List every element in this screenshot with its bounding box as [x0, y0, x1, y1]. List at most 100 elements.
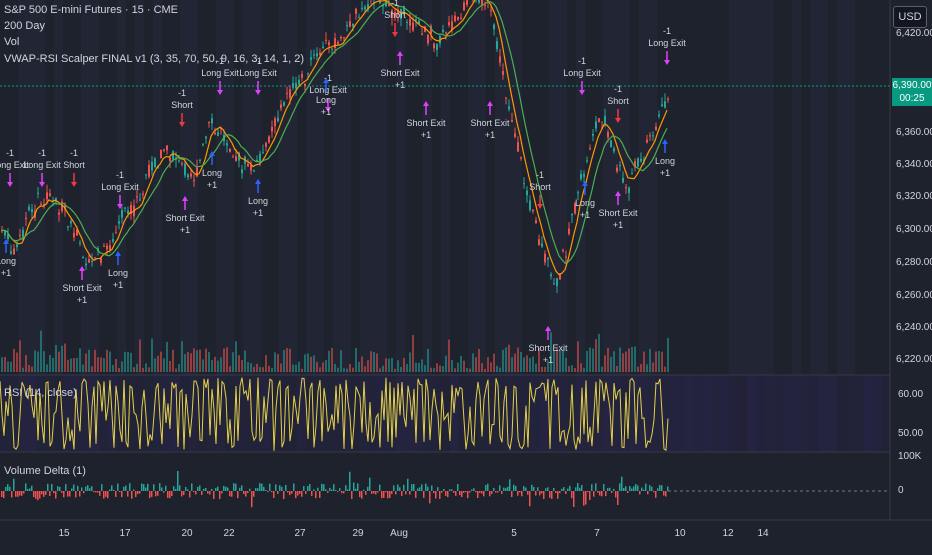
vd-bar	[183, 491, 185, 495]
volume-bar	[592, 348, 594, 372]
volume-bar	[433, 368, 435, 372]
candle-body	[82, 257, 84, 259]
candle-body	[325, 39, 327, 41]
vd-bar	[79, 491, 81, 497]
vd-bar	[431, 485, 433, 491]
candle-body	[445, 32, 447, 34]
vd-bar	[343, 491, 345, 494]
volume-bar	[622, 353, 624, 372]
rsi-title[interactable]: RSI (14, close)	[4, 387, 77, 399]
price-tick: 6,240.00	[896, 322, 932, 333]
volume-bar	[514, 353, 516, 372]
time-tick: 27	[294, 528, 306, 539]
candle-body	[340, 36, 342, 39]
vd-bar	[657, 488, 659, 491]
chart-area[interactable]: -1 Long Exit -1 Long Exit -1 Short -1 Long Exit…	[0, 0, 932, 550]
vd-tick-100k: 100K	[898, 451, 922, 462]
candle-body	[544, 253, 546, 263]
symbol-title[interactable]: S&P 500 E-mini Futures · 15 · CME	[4, 4, 178, 16]
volume-bar	[337, 367, 339, 372]
volume-delta-title[interactable]: Volume Delta (1)	[4, 465, 86, 477]
indicator-vol[interactable]: Vol	[4, 36, 19, 48]
indicator-200-day[interactable]: 200 Day	[4, 20, 45, 32]
vd-bar	[57, 486, 59, 491]
candle-body	[667, 98, 669, 100]
vd-bar	[51, 483, 53, 491]
vd-bar	[211, 488, 213, 491]
indicator-vwap-rsi[interactable]: VWAP-RSI Scalper FINAL v1 (3, 35, 70, 50…	[4, 53, 304, 65]
volume-bar	[298, 361, 300, 372]
vd-bar	[403, 484, 405, 491]
candle-body	[19, 234, 21, 236]
vd-bar	[525, 487, 527, 491]
vd-bar	[589, 491, 591, 501]
signal-label: Short	[384, 10, 406, 20]
vd-bar	[105, 491, 107, 497]
signal-label: Short Exit	[380, 68, 420, 78]
vd-bar	[641, 487, 643, 491]
volume-bar	[502, 349, 504, 372]
vd-bar	[477, 491, 479, 499]
candle-body	[331, 48, 333, 50]
vd-bar	[485, 485, 487, 491]
rsi-bg-band	[792, 375, 801, 452]
volume-bar	[568, 366, 570, 372]
signal-label: Long Exit	[309, 85, 347, 95]
vd-bar	[61, 491, 63, 493]
vd-bar	[629, 485, 631, 491]
vd-bar	[649, 485, 651, 491]
volume-bar	[586, 350, 588, 372]
vd-bar	[255, 488, 257, 491]
volume-bar	[208, 351, 210, 372]
signal-label: Short	[63, 160, 85, 170]
candle-body	[514, 133, 516, 137]
currency-button[interactable]: USD	[893, 6, 927, 28]
vd-bar	[545, 488, 547, 491]
vd-bar	[401, 491, 403, 496]
vd-bar	[95, 491, 97, 493]
rsi-bg-band	[666, 375, 675, 452]
volume-bar	[343, 368, 345, 372]
vd-bar	[547, 487, 549, 491]
volume-bar	[496, 365, 498, 372]
vd-bar	[329, 487, 331, 491]
vd-bar	[573, 491, 575, 507]
candle-body	[217, 132, 219, 136]
vd-bar	[171, 491, 173, 497]
signal-label: Short Exit	[528, 343, 568, 353]
vd-bar	[281, 486, 283, 491]
chart-canvas[interactable]: -1 Long Exit -1 Long Exit -1 Short -1 Long Exit…	[0, 0, 932, 550]
candle-body	[301, 73, 303, 78]
volume-bar	[403, 357, 405, 372]
vd-bar	[499, 485, 501, 491]
vd-bar	[295, 491, 297, 499]
vd-bar	[651, 486, 653, 491]
volume-bar	[439, 365, 441, 372]
vd-bar	[351, 491, 353, 499]
vd-bar	[177, 471, 179, 491]
volume-bar	[340, 350, 342, 372]
volume-bar	[10, 361, 12, 372]
volume-bar	[52, 357, 54, 372]
candle-body	[589, 147, 591, 149]
vd-bar	[209, 491, 211, 495]
volume-bar	[241, 359, 243, 372]
volume-bar	[352, 367, 354, 372]
candle-body	[28, 206, 30, 210]
vd-bar	[191, 483, 193, 491]
vd-bar	[7, 484, 9, 491]
candle-body	[427, 35, 429, 44]
candle-body	[67, 226, 69, 228]
volume-bar	[31, 366, 33, 372]
candle-body	[91, 260, 93, 262]
volume-bar	[262, 367, 264, 372]
rsi-bg-band	[765, 375, 774, 452]
signal-label: Long Exit	[201, 68, 239, 78]
volume-bar	[199, 349, 201, 372]
time-tick: 22	[223, 528, 235, 539]
rsi-bg-band	[675, 375, 684, 452]
vd-bar	[213, 491, 215, 499]
volume-bar	[322, 362, 324, 372]
volume-bar	[238, 355, 240, 372]
session-band	[738, 0, 747, 375]
